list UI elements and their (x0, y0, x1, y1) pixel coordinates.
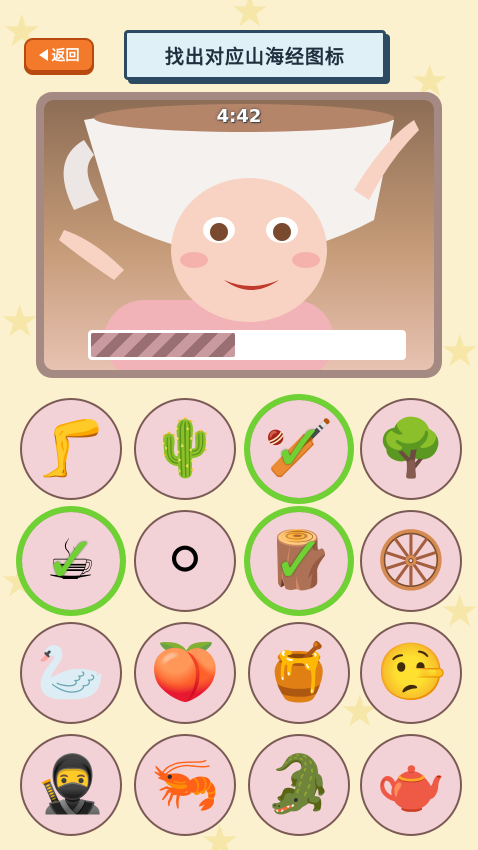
tile-cactus[interactable]: 🌵 (134, 398, 236, 500)
scene-frame: 4:42 (36, 92, 442, 378)
crocodile-icon: 🐊 (264, 752, 334, 817)
countdown-timer: 4:42 (216, 106, 262, 127)
ninja-icon: 🥷 (36, 752, 106, 817)
tire-icon: 🛞 (376, 528, 446, 593)
tile-fluff-ball[interactable]: ⚪ (134, 510, 236, 612)
fluff-ball-icon: ⚪ (161, 528, 209, 593)
tile-teapot[interactable]: 🫖 (360, 734, 462, 836)
back-arrow-icon (38, 49, 48, 61)
checkmark-icon: ✓ (272, 524, 326, 598)
tile-tree[interactable]: 🌳 (360, 398, 462, 500)
lying-face-icon: 🤥 (376, 640, 446, 705)
peach-icon: 🍑 (150, 640, 220, 705)
tile-shrimp[interactable]: 🦐 (134, 734, 236, 836)
honey-jar-icon: 🍯 (264, 640, 334, 705)
tile-tire[interactable]: 🛞 (360, 510, 462, 612)
tile-club[interactable]: 🏏 ✓ (244, 394, 354, 504)
back-button-label: 返回 (51, 48, 80, 64)
teapot-icon: 🫖 (376, 752, 446, 817)
tile-honey-jar[interactable]: 🍯 (248, 622, 350, 724)
goose-icon: 🦢 (36, 640, 106, 705)
progress-bar-fill (91, 333, 235, 357)
back-button[interactable]: 返回 (24, 38, 94, 72)
tile-leg[interactable]: 🦵 (20, 398, 122, 500)
tile-goose[interactable]: 🦢 (20, 622, 122, 724)
tile-ninja[interactable]: 🥷 (20, 734, 122, 836)
checkmark-icon: ✓ (272, 412, 326, 486)
tile-lying-face[interactable]: 🤥 (360, 622, 462, 724)
tile-crocodile[interactable]: 🐊 (248, 734, 350, 836)
leg-icon: 🦵 (36, 416, 106, 481)
scene-image: 4:42 (44, 100, 434, 370)
tile-coffee[interactable]: ☕ ✓ (16, 506, 126, 616)
tile-log[interactable]: 🪵 ✓ (244, 506, 354, 616)
page-title: 找出对应山海经图标 (124, 30, 386, 80)
checkmark-icon: ✓ (44, 524, 98, 598)
progress-bar (88, 330, 406, 360)
cactus-icon: 🌵 (150, 416, 220, 481)
tile-peach[interactable]: 🍑 (134, 622, 236, 724)
shrimp-icon: 🦐 (150, 752, 220, 817)
tree-icon: 🌳 (376, 416, 446, 481)
